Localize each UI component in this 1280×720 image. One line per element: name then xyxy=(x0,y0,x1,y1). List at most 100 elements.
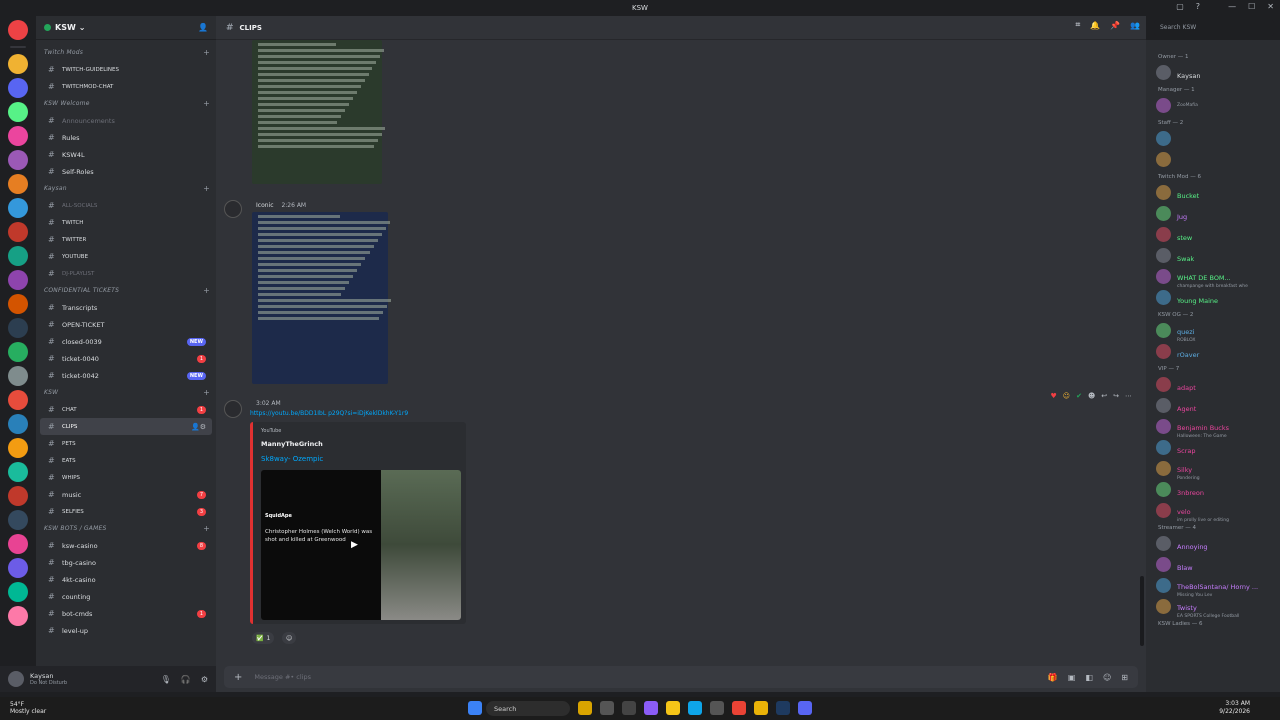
heart-reaction-icon[interactable]: ♥ xyxy=(1050,392,1056,400)
scrollbar[interactable] xyxy=(1140,576,1144,646)
screenshot-image[interactable] xyxy=(252,212,392,384)
taskbar-search[interactable]: Search xyxy=(486,701,570,716)
notes-icon[interactable] xyxy=(754,701,768,715)
store-icon[interactable] xyxy=(710,701,724,715)
server-icon[interactable] xyxy=(8,54,28,74)
embed-title[interactable]: Sk8way- Ozempic xyxy=(261,455,323,463)
server-icon[interactable] xyxy=(8,390,28,410)
more-icon[interactable]: ⋯ xyxy=(1125,392,1132,400)
server-icon[interactable] xyxy=(8,342,28,362)
channel-category[interactable]: Kaysan + xyxy=(36,180,216,197)
add-channel-icon[interactable]: + xyxy=(203,388,210,397)
channel-item[interactable]: # ksw-casino 8 xyxy=(40,537,212,554)
member-item[interactable] xyxy=(1146,149,1280,170)
close-icon[interactable]: ✕ xyxy=(1267,2,1274,11)
windows-start-icon[interactable] xyxy=(468,701,482,715)
server-icon[interactable] xyxy=(8,414,28,434)
channel-item[interactable]: # OPEN-TICKET xyxy=(40,316,212,333)
channel-item[interactable]: # ticket-0040 1 xyxy=(40,350,212,367)
member-item[interactable]: Jug xyxy=(1146,203,1280,224)
member-item[interactable]: Blaw xyxy=(1146,554,1280,575)
channel-item[interactable]: # TWITTER xyxy=(40,231,212,248)
member-item[interactable]: Twisty EA SPORTS College Football xyxy=(1146,596,1280,619)
server-icon[interactable] xyxy=(8,198,28,218)
emoji-icon[interactable]: ☺ xyxy=(1103,673,1111,682)
channel-item[interactable]: # WHIPS xyxy=(40,469,212,486)
channel-item[interactable]: # ALL-SOCIALS xyxy=(40,197,212,214)
server-icon[interactable] xyxy=(8,126,28,146)
gif-icon[interactable]: ▣ xyxy=(1068,673,1076,682)
channel-item[interactable]: # ticket-0042 NEW xyxy=(40,367,212,384)
widgets-icon[interactable] xyxy=(578,701,592,715)
channel-item[interactable]: # TWITCH xyxy=(40,214,212,231)
member-item[interactable]: TheBolSantana/ Horny ... Missing You Lev xyxy=(1146,575,1280,598)
server-icon[interactable] xyxy=(8,486,28,506)
help-icon[interactable]: ? xyxy=(1196,2,1200,11)
member-item[interactable]: 3nbreon xyxy=(1146,479,1280,500)
channel-item[interactable]: # Announcements xyxy=(40,112,212,129)
avatar[interactable] xyxy=(224,400,242,418)
member-item[interactable]: ZooMafia xyxy=(1146,95,1280,116)
avatar[interactable] xyxy=(224,200,242,218)
steam-icon[interactable] xyxy=(776,701,790,715)
server-icon[interactable] xyxy=(8,534,28,554)
screenshot-image[interactable] xyxy=(252,40,386,184)
channel-category[interactable]: Twitch Mods + xyxy=(36,44,216,61)
member-item[interactable]: adapt xyxy=(1146,374,1280,395)
server-icon[interactable] xyxy=(8,438,28,458)
server-icon[interactable] xyxy=(8,558,28,578)
member-item[interactable]: Silky Pondering xyxy=(1146,458,1280,481)
weather-widget[interactable]: 54°F Mostly clear xyxy=(10,701,46,715)
channel-item[interactable]: # CHAT 1 xyxy=(40,401,212,418)
member-item[interactable]: rOaver xyxy=(1146,341,1280,362)
bell-icon[interactable]: 🔔 xyxy=(1090,21,1100,30)
channel-item[interactable]: # level-up xyxy=(40,622,212,639)
headphones-icon[interactable]: 🎧 xyxy=(181,675,191,684)
channel-item[interactable]: # KSW4L xyxy=(40,146,212,163)
add-channel-icon[interactable]: + xyxy=(203,48,210,57)
member-item[interactable]: Scrap xyxy=(1146,437,1280,458)
member-item[interactable] xyxy=(1146,128,1280,149)
server-icon[interactable] xyxy=(8,222,28,242)
avatar[interactable] xyxy=(8,671,24,687)
minimize-icon[interactable]: — xyxy=(1228,2,1236,11)
channel-item[interactable]: # CLIPS 👤⚙ xyxy=(40,418,212,435)
server-icon[interactable] xyxy=(8,294,28,314)
members-icon[interactable]: 👥 xyxy=(1130,21,1140,30)
add-channel-icon[interactable]: + xyxy=(203,524,210,533)
server-icon[interactable] xyxy=(8,150,28,170)
apps-icon[interactable]: ⊞ xyxy=(1121,673,1128,682)
member-item[interactable]: Bucket xyxy=(1146,182,1280,203)
channel-item[interactable]: # bot-cmds 1 xyxy=(40,605,212,622)
message-author[interactable]: Iconic xyxy=(256,202,274,209)
pin-icon[interactable]: 📌 xyxy=(1110,21,1120,30)
server-icon[interactable] xyxy=(8,606,28,626)
member-item[interactable]: quezi ROBLOX xyxy=(1146,320,1280,343)
member-item[interactable]: Young Maine xyxy=(1146,287,1280,308)
chrome-icon[interactable] xyxy=(732,701,746,715)
channel-item[interactable]: # closed-0039 NEW xyxy=(40,333,212,350)
server-icon[interactable] xyxy=(8,510,28,530)
member-item[interactable]: stew xyxy=(1146,224,1280,245)
server-icon[interactable] xyxy=(8,20,28,40)
add-reaction-button[interactable]: ☺ xyxy=(282,632,297,644)
task-view-icon[interactable] xyxy=(600,701,614,715)
maximize-icon[interactable]: ☐ xyxy=(1248,2,1255,11)
forward-icon[interactable]: ↪ xyxy=(1113,392,1119,400)
channel-item[interactable]: #4kt-casino xyxy=(40,571,212,588)
channel-item[interactable]: # counting xyxy=(40,588,212,605)
edge-icon[interactable] xyxy=(688,701,702,715)
member-item[interactable]: Swak xyxy=(1146,245,1280,266)
check-reaction-icon[interactable]: ✔ xyxy=(1076,392,1082,400)
channel-settings-icon[interactable]: 👤⚙ xyxy=(191,423,206,431)
channel-item[interactable]: # TWITCHMOD-CHAT xyxy=(40,78,212,95)
channel-item[interactable]: # Self-Roles xyxy=(40,163,212,180)
channel-category[interactable]: KSW Welcome + xyxy=(36,95,216,112)
server-icon[interactable] xyxy=(8,102,28,122)
channel-item[interactable]: # PETS xyxy=(40,435,212,452)
sticker-icon[interactable]: ◧ xyxy=(1085,673,1093,682)
add-member-icon[interactable]: 👤 xyxy=(198,23,208,32)
server-icon[interactable] xyxy=(8,174,28,194)
inbox-icon[interactable]: ▢ xyxy=(1176,2,1184,11)
add-channel-icon[interactable]: + xyxy=(203,99,210,108)
